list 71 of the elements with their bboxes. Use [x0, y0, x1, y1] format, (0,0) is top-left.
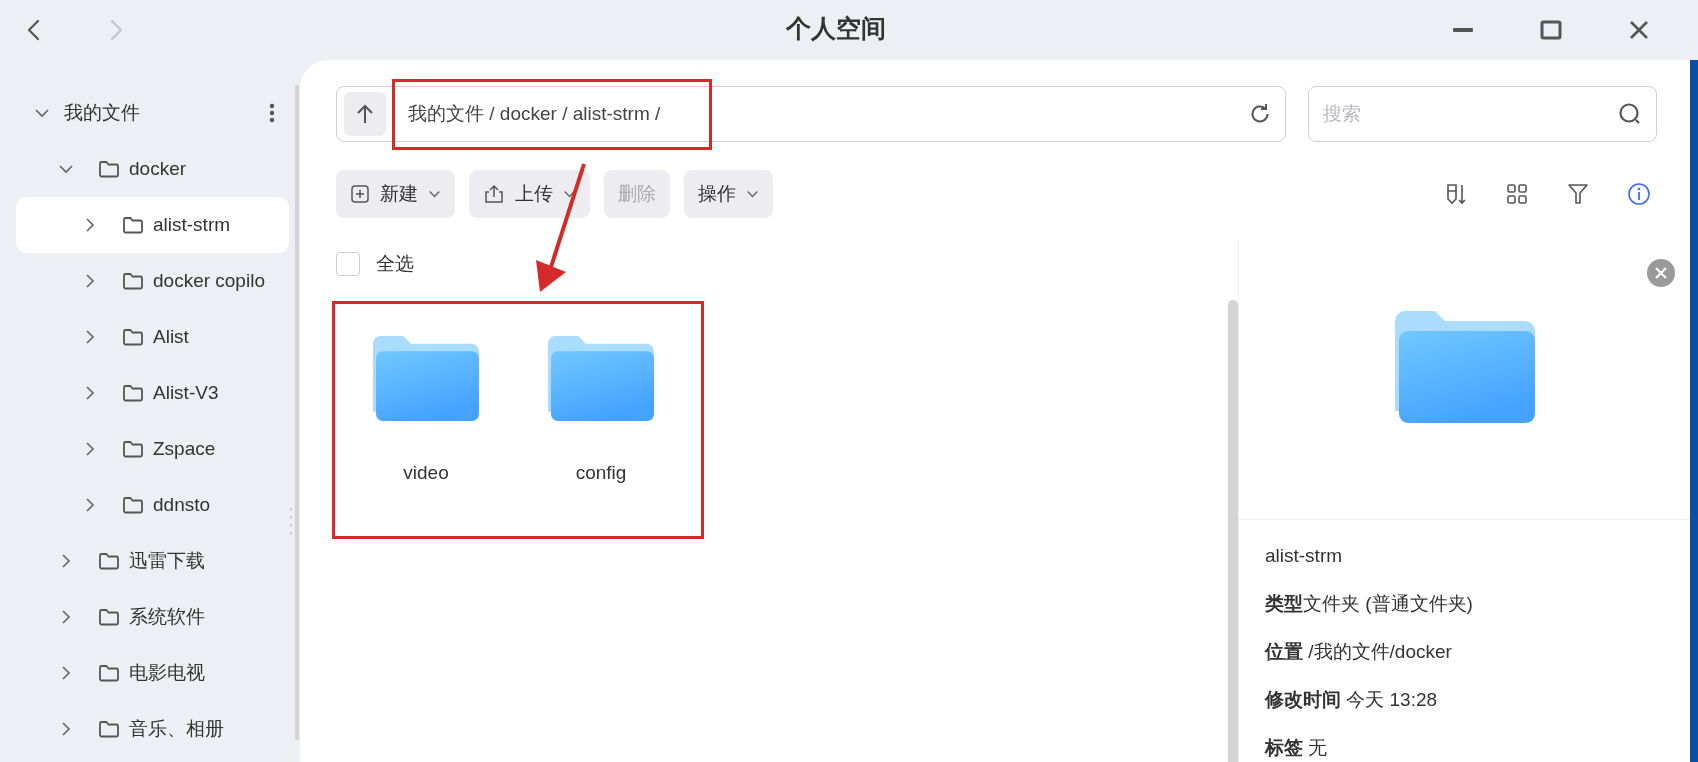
- chevron-right-icon[interactable]: [85, 497, 95, 513]
- folder-icon: [98, 664, 120, 682]
- tree-item[interactable]: 我的文件: [16, 85, 289, 141]
- tree-item[interactable]: ddnsto: [16, 477, 289, 533]
- search-input[interactable]: 搜索: [1323, 99, 1618, 129]
- chevron-down-icon[interactable]: [34, 108, 50, 118]
- folder-icon: [98, 608, 120, 626]
- upload-icon: [483, 184, 505, 204]
- tree-item[interactable]: Alist: [16, 309, 289, 365]
- folder-icon: [1394, 311, 1535, 423]
- folder-icon: [122, 216, 144, 234]
- refresh-icon[interactable]: [1249, 103, 1271, 125]
- folder-icon: [98, 160, 120, 178]
- tree-item[interactable]: docker copilo: [16, 253, 289, 309]
- chevron-right-icon[interactable]: [85, 273, 95, 289]
- tree-item[interactable]: 音乐、相册: [16, 701, 289, 757]
- folder-icon: [122, 328, 144, 346]
- tree-item[interactable]: Zspace: [16, 421, 289, 477]
- tree-item[interactable]: 系统软件: [16, 589, 289, 645]
- chevron-right-icon[interactable]: [61, 665, 71, 681]
- tree-item[interactable]: 迅雷下载: [16, 533, 289, 589]
- tree-item[interactable]: docker: [16, 141, 289, 197]
- window-title: 个人空间: [786, 13, 886, 44]
- new-file-icon: [350, 184, 370, 204]
- up-button[interactable]: [344, 92, 386, 136]
- chevron-right-icon[interactable]: [61, 721, 71, 737]
- folder-icon: [122, 272, 144, 290]
- folder-icon: [122, 496, 144, 514]
- close-icon: [1655, 267, 1667, 279]
- close-button[interactable]: [1647, 259, 1675, 287]
- info-field: 修改时间 今天 13:28: [1265, 686, 1664, 712]
- info-field: 类型文件夹 (普通文件夹): [1265, 590, 1664, 616]
- up-arrow-icon: [356, 104, 374, 124]
- path-text: 我的文件 / docker / alist-strm /: [408, 101, 661, 126]
- tree-item[interactable]: 电影电视: [16, 645, 289, 701]
- tree-item[interactable]: Alist-V3: [16, 365, 289, 421]
- folder-icon: [548, 336, 654, 421]
- filter-icon[interactable]: [1566, 182, 1590, 206]
- folder-item[interactable]: video: [351, 304, 501, 504]
- info-field: 位置 /我的文件/docker: [1265, 638, 1664, 664]
- chevron-right-icon[interactable]: [85, 329, 95, 345]
- more-icon[interactable]: [269, 103, 275, 123]
- scrollbar[interactable]: [1228, 300, 1238, 762]
- tree-item[interactable]: alist-strm: [16, 197, 289, 253]
- resize-handle-icon[interactable]: [289, 507, 293, 535]
- select-all-checkbox[interactable]: 全选: [336, 252, 1226, 276]
- file-name: alist-strm: [1265, 544, 1344, 568]
- folder-icon: [98, 552, 120, 570]
- close-icon[interactable]: [1628, 19, 1650, 41]
- chevron-right-icon[interactable]: [61, 553, 71, 569]
- folder-icon: [122, 384, 144, 402]
- folder-item[interactable]: config: [526, 304, 676, 504]
- toolbar-button[interactable]: 上传: [469, 170, 590, 218]
- folder-icon: [373, 336, 479, 421]
- path-field[interactable]: 我的文件 / docker / alist-strm /: [336, 86, 1286, 142]
- toolbar-button[interactable]: 新建: [336, 170, 455, 218]
- folder-icon: [122, 440, 144, 458]
- chevron-right-icon[interactable]: [85, 441, 95, 457]
- search-icon[interactable]: [1618, 102, 1642, 126]
- search-field[interactable]: 搜索: [1308, 86, 1657, 142]
- toolbar-button[interactable]: 操作: [684, 170, 773, 218]
- maximize-icon[interactable]: [1540, 19, 1562, 41]
- chevron-right-icon[interactable]: [85, 217, 95, 233]
- chevron-down-icon[interactable]: [58, 164, 74, 174]
- grid-icon[interactable]: [1505, 182, 1529, 206]
- info-field: 标签 无: [1265, 734, 1664, 760]
- sort-icon[interactable]: [1444, 182, 1468, 206]
- folder-icon: [98, 720, 120, 738]
- chevron-right-icon[interactable]: [85, 385, 95, 401]
- info-icon[interactable]: [1627, 182, 1651, 206]
- chevron-right-icon[interactable]: [61, 609, 71, 625]
